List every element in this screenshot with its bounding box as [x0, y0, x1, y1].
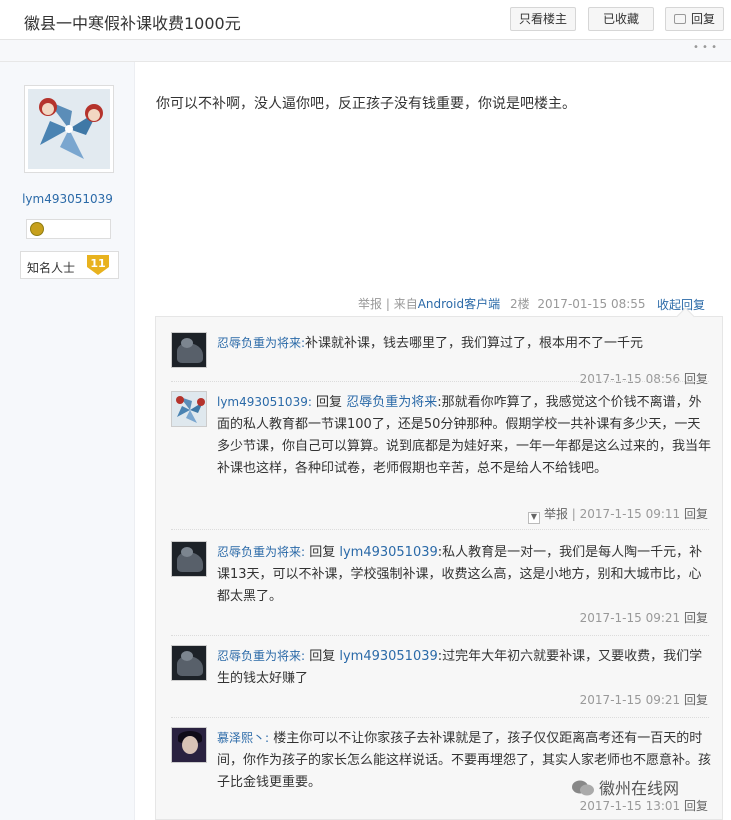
post-time: 2017-01-15 08:55 — [537, 297, 646, 311]
reply-reply-link[interactable]: 回复 — [684, 799, 708, 813]
reply-mention[interactable]: 忍辱负重为将来 — [346, 395, 437, 410]
reply-button[interactable]: 回复 — [665, 7, 724, 31]
reply-word: 回复 — [309, 545, 336, 560]
post-divider-strip: • • • — [0, 40, 731, 62]
reply-separator — [171, 529, 709, 530]
reply-body: 补课就补课，钱去哪里了，我们算过了，根本用不了一千元 — [305, 336, 644, 351]
floor-number: 2楼 — [509, 297, 530, 311]
watermark: 徽州在线网 — [571, 775, 679, 799]
author-sidebar: lym493051039 知名人士 11 — [0, 62, 135, 820]
reply-text: 忍辱负重为将来: 回复 lym493051039:过完年大年初六就要补课，又要收… — [217, 645, 712, 690]
rank-level-badge: 11 — [87, 255, 109, 275]
reply-text: lym493051039: 回复 忍辱负重为将来:那就看你咋算了，我感觉这个价钱… — [217, 391, 712, 480]
collected-button[interactable]: 已收藏 — [588, 7, 654, 31]
reply-avatar[interactable] — [171, 391, 207, 427]
reply-avatar[interactable] — [171, 727, 207, 763]
reply-username[interactable]: lym493051039: — [217, 395, 312, 409]
reply-time: 2017-1-15 13:01 — [579, 799, 681, 813]
reply-list: 忍辱负重为将来:补课就补课，钱去哪里了，我们算过了，根本用不了一千元 2017-… — [155, 316, 723, 820]
reply-reply-link[interactable]: 回复 — [684, 693, 708, 707]
reply-word: 回复 — [316, 395, 343, 410]
reply-text: 忍辱负重为将来: 回复 lym493051039:私人教育是一对一，我们是每人陶… — [217, 541, 712, 608]
source-link[interactable]: Android客户端 — [418, 297, 500, 311]
reply-reply-link[interactable]: 回复 — [684, 372, 708, 386]
reply-meta: 2017-1-15 08:56 回复 — [580, 370, 708, 387]
report-link[interactable]: 举报 — [358, 297, 382, 311]
more-menu-icon[interactable]: • • • — [693, 42, 717, 53]
watermark-text: 徽州在线网 — [599, 779, 680, 798]
source-prefix: | 来自 — [382, 297, 418, 311]
reply-avatar[interactable] — [171, 332, 207, 368]
reply-mention[interactable]: lym493051039 — [339, 649, 437, 664]
reply-avatar[interactable] — [171, 541, 207, 577]
comment-icon — [673, 14, 686, 24]
reply-username[interactable]: 忍辱负重为将来: — [217, 336, 305, 350]
wechat-icon — [571, 779, 595, 797]
reply-meta: ▼ 举报 | 2017-1-15 09:11 回复 — [527, 505, 708, 524]
rank-box: 知名人士 11 — [20, 251, 119, 279]
reply-meta: 2017-1-15 13:01 回复 — [580, 797, 708, 814]
reply-time: 2017-1-15 09:21 — [579, 693, 681, 707]
reply-time: 2017-1-15 09:21 — [579, 611, 681, 625]
reply-reply-link[interactable]: 回复 — [684, 507, 708, 521]
dropdown-icon[interactable]: ▼ — [527, 512, 540, 524]
thread-header: 徽县一中寒假补课收费1000元 只看楼主 已收藏 回复 — [0, 0, 731, 40]
avatar-image — [28, 89, 110, 169]
thread-title: 徽县一中寒假补课收费1000元 — [24, 14, 241, 33]
author-avatar[interactable] — [24, 85, 114, 173]
reply-text: 忍辱负重为将来:补课就补课，钱去哪里了，我们算过了，根本用不了一千元 — [217, 332, 712, 355]
reply-reply-link[interactable]: 回复 — [684, 611, 708, 625]
reply-time: 2017-1-15 08:56 — [579, 372, 681, 386]
reply-meta: 2017-1-15 09:21 回复 — [580, 609, 708, 626]
reply-time: 2017-1-15 09:11 — [579, 507, 681, 521]
reply-word: 回复 — [309, 649, 336, 664]
medal-icon[interactable] — [30, 222, 44, 236]
post-content: 你可以不补啊，没人逼你吧，反正孩子没有钱重要，你说是吧楼主。 — [156, 96, 576, 112]
reply-username[interactable]: 慕泽熙丶: — [217, 731, 269, 745]
author-username[interactable]: lym493051039 — [0, 192, 135, 206]
post-meta: 举报 | 来自Android客户端 2楼 2017-01-15 08:55 — [358, 295, 646, 312]
reply-avatar[interactable] — [171, 645, 207, 681]
reply-separator — [171, 717, 709, 718]
reply-username[interactable]: 忍辱负重为将来: — [217, 545, 305, 559]
reply-separator — [171, 635, 709, 636]
medal-box — [26, 219, 111, 239]
reply-button-label: 回复 — [690, 12, 715, 26]
reply-username[interactable]: 忍辱负重为将来: — [217, 649, 305, 663]
reply-mention[interactable]: lym493051039 — [339, 545, 437, 560]
only-op-button[interactable]: 只看楼主 — [510, 7, 576, 31]
rank-label: 知名人士 — [27, 261, 76, 275]
reply-meta: 2017-1-15 09:21 回复 — [580, 691, 708, 708]
reply-separator — [171, 381, 709, 382]
reply-report-link[interactable]: 举报 — [544, 507, 568, 521]
